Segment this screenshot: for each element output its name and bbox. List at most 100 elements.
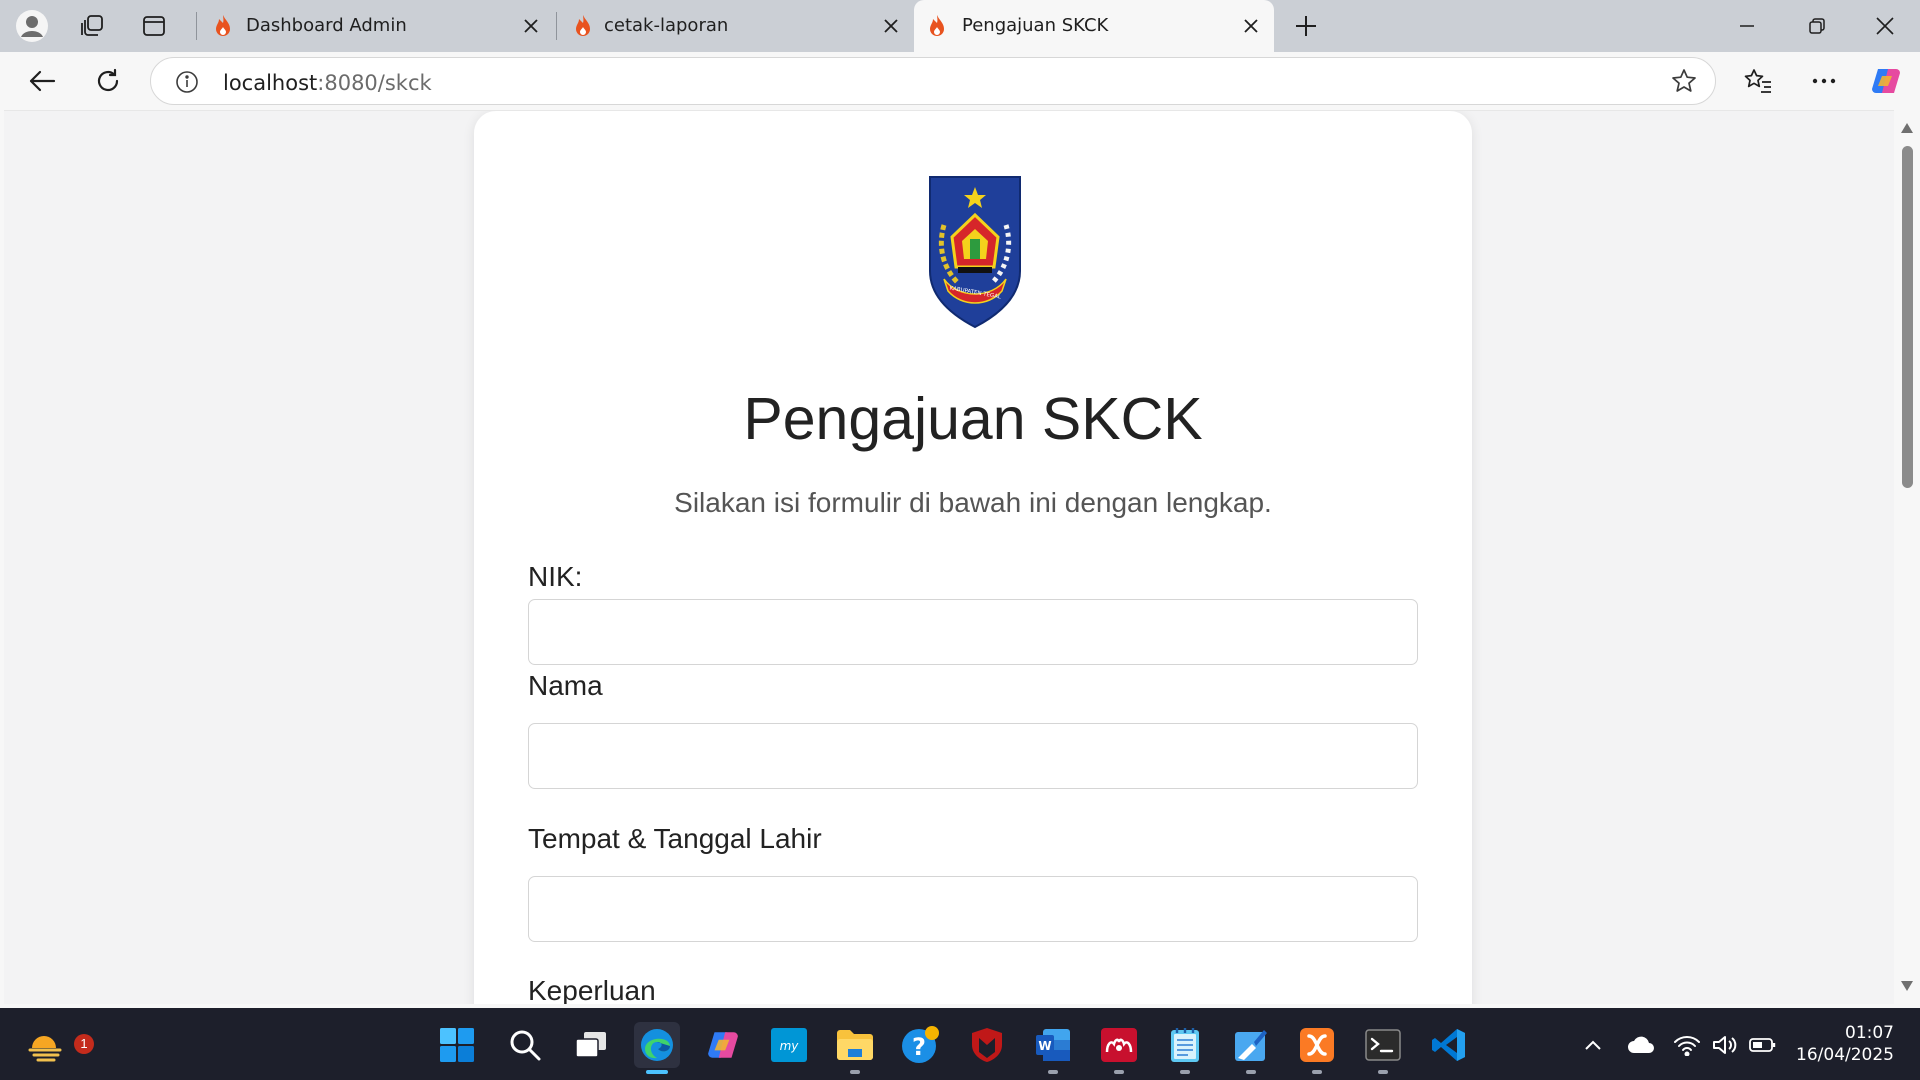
svg-text:?: ? [912, 1033, 926, 1061]
url-host: localhost [223, 71, 318, 95]
running-indicator [1180, 1070, 1190, 1074]
restore-button[interactable] [1786, 0, 1848, 52]
profile-icon [16, 10, 48, 42]
tab-separator [556, 12, 557, 40]
windows-taskbar: 1 my ? W 01:07 16/04/2025 [0, 1008, 1920, 1080]
tab-close-button[interactable] [1238, 13, 1264, 39]
page-viewport: KABUPATEN TEGAL Pengajuan SKCK Silakan i… [4, 110, 1894, 1004]
flame-favicon-icon [576, 15, 590, 36]
minimize-button[interactable] [1716, 0, 1778, 52]
restore-icon [1809, 18, 1825, 34]
mendeley-taskbar-button[interactable] [1096, 1022, 1142, 1074]
close-icon [1244, 19, 1258, 33]
show-hidden-icons-button[interactable] [1578, 1030, 1608, 1060]
url-text[interactable]: localhost:8080/skck [223, 71, 432, 95]
scroll-thumb[interactable] [1902, 146, 1913, 488]
close-window-button[interactable] [1854, 0, 1916, 52]
vscode-icon [1432, 1029, 1465, 1061]
mcafee-taskbar-button[interactable] [964, 1022, 1010, 1068]
tab-dashboard-admin[interactable]: Dashboard Admin [198, 0, 554, 52]
widgets-button[interactable]: 1 [24, 1022, 94, 1068]
svg-text:W: W [1038, 1039, 1051, 1053]
nama-input[interactable] [528, 723, 1418, 789]
volume-tray-icon[interactable] [1710, 1030, 1740, 1060]
svg-text:my: my [780, 1039, 800, 1053]
workspaces-button[interactable] [72, 6, 112, 46]
close-icon [524, 19, 538, 33]
task-view-button[interactable] [568, 1022, 614, 1068]
folder-icon [837, 1030, 873, 1060]
close-icon [1876, 17, 1894, 35]
edge-taskbar-button[interactable] [634, 1022, 680, 1074]
copilot-icon [708, 1032, 738, 1058]
running-indicator [1312, 1070, 1322, 1074]
settings-more-button[interactable] [1804, 61, 1844, 101]
browser-toolbar: localhost:8080/skck [0, 52, 1920, 110]
url-path: :8080/skck [317, 71, 432, 95]
scroll-up-arrow-icon[interactable] [1900, 122, 1914, 134]
paint-taskbar-button[interactable] [1228, 1022, 1274, 1074]
notepad-icon [1171, 1028, 1199, 1062]
page-subtitle: Silakan isi formulir di bawah ini dengan… [674, 487, 1272, 518]
nik-label: NIK: [528, 561, 583, 592]
favorite-star-icon[interactable] [1671, 68, 1697, 94]
system-clock[interactable]: 01:07 16/04/2025 [1784, 1022, 1894, 1066]
form-card: KABUPATEN TEGAL Pengajuan SKCK Silakan i… [474, 111, 1472, 1004]
help-question-icon: ? [902, 1026, 939, 1063]
running-indicator [1114, 1070, 1124, 1074]
favorites-button[interactable] [1738, 61, 1778, 101]
running-indicator [850, 1070, 860, 1074]
tab-cetak-laporan[interactable]: cetak-laporan [558, 0, 914, 52]
favorites-list-icon [1744, 69, 1771, 93]
arrow-left-icon [29, 70, 56, 92]
running-indicator [1048, 1070, 1058, 1074]
tab-title: Dashboard Admin [246, 15, 407, 36]
page-scrollbar[interactable] [1894, 110, 1920, 1004]
flame-favicon-icon [216, 15, 230, 36]
tab-separator [196, 12, 197, 40]
running-indicator [1378, 1070, 1388, 1074]
scroll-down-arrow-icon[interactable] [1900, 980, 1914, 992]
workspaces-icon [81, 15, 103, 36]
paint-icon [1235, 1030, 1267, 1061]
word-taskbar-button[interactable]: W [1030, 1022, 1076, 1074]
reload-button[interactable] [88, 61, 128, 101]
tab-close-button[interactable] [878, 13, 904, 39]
edge-browser-icon [641, 1029, 673, 1061]
back-button[interactable] [22, 61, 62, 101]
xampp-taskbar-button[interactable] [1294, 1022, 1340, 1074]
battery-tray-icon[interactable] [1748, 1030, 1778, 1060]
notepad-taskbar-button[interactable] [1162, 1022, 1208, 1074]
speaker-icon [1713, 1036, 1737, 1054]
start-button[interactable] [434, 1022, 480, 1068]
site-info-icon[interactable] [175, 70, 199, 94]
copilot-button[interactable] [1866, 61, 1906, 101]
search-button[interactable] [502, 1022, 548, 1068]
onedrive-tray-icon[interactable] [1626, 1030, 1656, 1060]
address-bar[interactable]: localhost:8080/skck [150, 57, 1716, 105]
kabupaten-tegal-logo: KABUPATEN TEGAL [929, 176, 1021, 329]
browser-tab-strip: Dashboard Admin cetak-laporan Pengajuan … [0, 0, 1920, 52]
tempat-tanggal-lahir-label: Tempat & Tanggal Lahir [528, 823, 822, 854]
profile-button[interactable] [12, 6, 52, 46]
wifi-tray-icon[interactable] [1672, 1030, 1702, 1060]
minimize-icon [1740, 25, 1754, 27]
running-indicator [1246, 1070, 1256, 1074]
vscode-taskbar-button[interactable] [1426, 1022, 1472, 1068]
tab-pengajuan-skck[interactable]: Pengajuan SKCK [914, 0, 1274, 52]
file-explorer-taskbar-button[interactable] [832, 1022, 878, 1074]
tab-actions-button[interactable] [134, 6, 174, 46]
tempat-tanggal-lahir-input[interactable] [528, 876, 1418, 942]
tab-title: Pengajuan SKCK [962, 15, 1109, 36]
copilot-taskbar-button[interactable] [700, 1022, 746, 1068]
new-tab-button[interactable] [1286, 6, 1326, 46]
weather-widget-icon [28, 1036, 62, 1062]
clock-date: 16/04/2025 [1796, 1045, 1894, 1065]
plus-icon [1296, 16, 1316, 36]
terminal-taskbar-button[interactable] [1360, 1022, 1406, 1074]
nik-input[interactable] [528, 599, 1418, 665]
tab-close-button[interactable] [518, 13, 544, 39]
widget-notification-badge: 1 [74, 1034, 94, 1054]
get-help-taskbar-button[interactable]: ? [898, 1022, 944, 1068]
myhp-taskbar-button[interactable]: my [766, 1022, 812, 1068]
